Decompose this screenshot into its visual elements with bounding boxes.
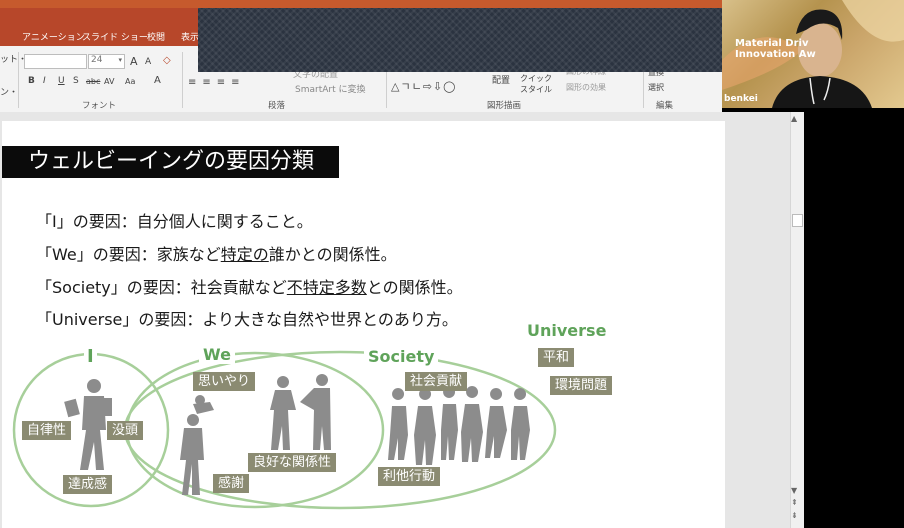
slide-title[interactable]: ウェルビーイングの要因分類 — [2, 146, 339, 178]
label-we: We — [199, 345, 235, 364]
font-size-field[interactable]: 24 ▾ — [88, 54, 125, 69]
shadow-button[interactable]: S — [73, 76, 79, 86]
group-label-drawing: 図形描画 — [487, 101, 522, 111]
tag-good-relationship: 良好な関係性 — [248, 453, 337, 472]
body-line-i[interactable]: 「I」の要因：自分個人に関すること。 — [36, 208, 313, 232]
prev-slide-icon[interactable]: ⇞ — [791, 498, 798, 507]
webcam-feed: Material Driv Innovation Aw benkei — [722, 0, 904, 108]
divider — [182, 52, 183, 108]
tag-altruism: 利他行動 — [378, 467, 441, 486]
underline-button[interactable]: U — [58, 76, 65, 86]
clear-format-icon[interactable]: ◇ — [163, 55, 171, 66]
occluding-overlay — [198, 8, 722, 72]
change-case-button[interactable]: Aa — [125, 77, 135, 86]
shape-gallery[interactable]: △ㄱㄴ⇨⇩◯ — [391, 78, 456, 94]
tag-peace: 平和 — [538, 348, 575, 367]
tab-slideshow[interactable]: スライド ショー — [82, 30, 148, 43]
label-universe: Universe — [527, 321, 607, 340]
shape-effects-button[interactable]: 図形の効果 — [566, 82, 606, 93]
label-i: I — [84, 346, 97, 367]
arrange-button[interactable]: 配置 — [492, 73, 510, 86]
line-text: 「We」の要因：家族など — [36, 245, 221, 264]
tag-autonomy: 自律性 — [22, 421, 72, 440]
tag-immersion: 没頭 — [107, 421, 144, 440]
bold-button[interactable]: B — [28, 76, 35, 86]
scroll-up-icon[interactable]: ▲ — [791, 114, 797, 123]
shrink-font-button[interactable]: A — [145, 57, 151, 67]
chevron-down-icon[interactable]: ▾ — [118, 56, 122, 64]
spacing-button[interactable]: AV — [104, 77, 114, 86]
line-text: 誰かとの関係性。 — [268, 245, 397, 264]
font-color-button[interactable]: A — [154, 75, 161, 86]
line-text: 「I」の要因：自分個人に関すること。 — [36, 212, 313, 231]
participant-name: benkei — [724, 94, 758, 104]
font-name-field[interactable] — [24, 54, 87, 69]
font-size-value: 24 — [91, 55, 103, 65]
underlined-text: 不特定多数 — [286, 278, 367, 297]
line-text: との関係性。 — [366, 278, 463, 297]
group-label-editing: 編集 — [656, 101, 674, 111]
webcam-banner-text: Material Driv Innovation Aw — [735, 38, 816, 60]
vertical-scrollbar[interactable] — [790, 112, 804, 528]
tag-compassion: 思いやり — [193, 372, 256, 391]
crowd-silhouette — [388, 386, 530, 465]
scrollbar-thumb[interactable] — [792, 214, 803, 227]
label-society: Society — [364, 347, 439, 366]
align-icons[interactable]: ≡≡≡≡ — [188, 77, 246, 88]
tag-environment: 環境問題 — [550, 376, 613, 395]
tag-gratitude: 感謝 — [213, 474, 250, 493]
tag-achievement: 達成感 — [63, 475, 113, 494]
next-slide-icon[interactable]: ⇟ — [791, 511, 798, 520]
group-label-paragraph: 段落 — [268, 101, 286, 111]
body-line-we[interactable]: 「We」の要因：家族など特定の誰かとの関係性。 — [36, 241, 397, 265]
body-line-universe[interactable]: 「Universe」の要因：より大きな自然や世界とのあり方。 — [36, 306, 458, 330]
tab-animations[interactable]: アニメーション — [22, 30, 85, 43]
smartart-button[interactable]: SmartArt に変換 — [295, 82, 365, 95]
strikethrough-button[interactable]: abc — [86, 77, 100, 86]
title-bar — [0, 0, 722, 8]
italic-button[interactable]: I — [43, 76, 46, 86]
parent-child-silhouette — [180, 395, 214, 495]
tag-social-contribution: 社会貢献 — [405, 372, 468, 391]
handshake-silhouette — [270, 374, 331, 450]
person-silhouette — [64, 379, 112, 470]
tab-review[interactable]: 校閲 — [147, 30, 165, 43]
line-text: 「Universe」の要因：より大きな自然や世界とのあり方。 — [36, 310, 458, 329]
select-button[interactable]: 選択 — [648, 82, 664, 93]
ribbon-fragment-2[interactable]: ン・ — [0, 85, 18, 98]
ribbon-fragment-1[interactable]: ット・ — [0, 52, 27, 65]
group-label-font: フォント — [82, 101, 117, 111]
grow-font-button[interactable]: A — [130, 55, 138, 68]
underlined-text: 特定の — [220, 245, 269, 264]
tab-view[interactable]: 表示 — [181, 30, 199, 43]
line-text: 「Society」の要因：社会貢献など — [36, 278, 287, 297]
body-line-society[interactable]: 「Society」の要因：社会貢献など不特定多数との関係性。 — [36, 274, 463, 298]
quick-styles-button[interactable]: クイック スタイル — [520, 73, 552, 95]
divider — [18, 52, 19, 108]
scroll-down-icon[interactable]: ▼ — [791, 486, 797, 495]
